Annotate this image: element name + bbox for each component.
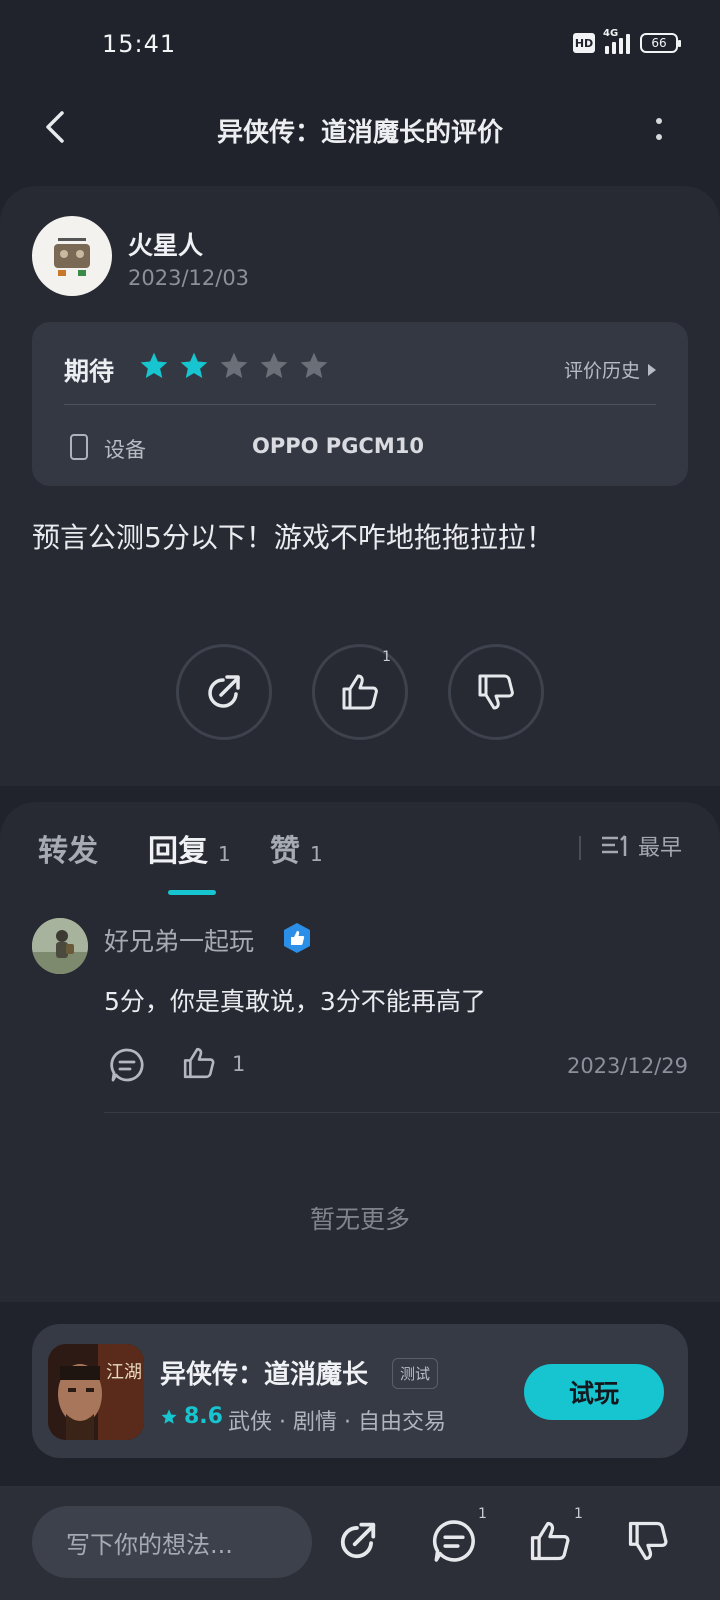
review-date: 2023/12/03 [128, 266, 250, 290]
signal-icon: 4G [603, 28, 630, 54]
more-dot-icon [656, 134, 662, 140]
tab-label: 转发 [38, 834, 98, 869]
star-rating [138, 350, 330, 382]
game-test-badge: 测试 [392, 1358, 439, 1389]
try-play-button[interactable]: 试玩 [524, 1364, 664, 1420]
reply-like-button[interactable] [180, 1044, 218, 1082]
more-dot-icon [656, 118, 662, 124]
like-count: 1 [574, 1506, 583, 1522]
active-tab-indicator [168, 890, 216, 895]
network-type: 4G [603, 28, 619, 39]
game-icon[interactable]: 江湖 [48, 1344, 144, 1440]
divider [104, 1112, 720, 1113]
like-button[interactable] [526, 1516, 574, 1566]
game-cover-text: 江湖 [106, 1362, 142, 1383]
reply-comment-button[interactable] [108, 1046, 146, 1084]
more-options-button[interactable] [644, 104, 674, 154]
dislike-button[interactable] [448, 644, 544, 740]
tab-forward[interactable]: 转发 [38, 826, 98, 870]
tab-label: 赞 [270, 834, 300, 869]
hd-icon: HD [573, 33, 595, 53]
sort-icon [602, 835, 627, 856]
comment-input[interactable]: 写下你的想法... [32, 1506, 312, 1578]
reply-date: 2023/12/29 [566, 1054, 688, 1078]
comment-button[interactable] [430, 1516, 478, 1566]
page-title: 异侠传：道消魔长的评价 [216, 118, 503, 148]
app-header: 异侠传：道消魔长的评价 [0, 90, 720, 170]
reply-avatar[interactable] [32, 918, 88, 974]
review-text: 预言公测5分以下！游戏不咋地拖拖拉拉！ [32, 521, 554, 554]
star-filled-icon [140, 352, 168, 378]
status-time: 15:41 [102, 30, 177, 58]
battery-level: 66 [651, 36, 667, 50]
bottom-action-bar: 写下你的想法... 1 1 [0, 1486, 720, 1600]
share-button[interactable] [334, 1516, 382, 1566]
game-card[interactable]: 江湖 异侠传：道消魔长 测试 8.6 武侠 · 剧情 · 自由交易 试玩 [32, 1324, 688, 1458]
rating-history-link[interactable]: 评价历史 [564, 356, 656, 383]
device-label: 设备 [104, 438, 146, 462]
rating-history-label: 评价历史 [563, 360, 640, 382]
star-empty-icon [300, 352, 328, 378]
tab-label: 回复 [148, 834, 208, 869]
author-name[interactable]: 火星人 [128, 226, 203, 262]
tab-likes[interactable]: 赞1 [270, 826, 323, 870]
share-button[interactable] [176, 644, 272, 740]
game-rating: 8.6 [160, 1404, 223, 1429]
thumbs-up-icon [342, 674, 378, 710]
rating-panel: 期待 评价历史 设备 OPPO PGCM10 [32, 322, 688, 486]
status-icons: HD 4G 66 [573, 28, 681, 54]
reply-text: 5分，你是真敢说，3分不能再高了 [104, 987, 486, 1016]
reply-author[interactable]: 好兄弟一起玩 [104, 922, 254, 958]
author-avatar[interactable] [32, 216, 112, 296]
sort-button[interactable]: 最早 [600, 830, 682, 862]
avatar-image-icon [54, 238, 90, 276]
like-count: 1 [382, 649, 391, 665]
game-tags: 武侠 · 剧情 · 自由交易 [228, 1410, 446, 1435]
device-value: OPPO PGCM10 [252, 434, 424, 458]
tab-replies[interactable]: 回复 1 [148, 826, 231, 870]
comment-count: 1 [478, 1506, 487, 1522]
verified-badge-icon [284, 923, 310, 953]
rating-label: 期待 [64, 357, 115, 386]
game-score: 8.6 [184, 1404, 223, 1429]
reply-like-count: 1 [232, 1052, 246, 1076]
game-title: 异侠传：道消魔长 [160, 1360, 369, 1390]
star-filled-icon [180, 352, 208, 378]
thumbs-down-icon [478, 674, 514, 710]
status-bar: 15:41 HD 4G 66 [0, 0, 720, 90]
star-icon [161, 1409, 177, 1424]
sort-label: 最早 [638, 836, 683, 861]
tab-count: 1 [218, 842, 231, 866]
avatar-image-icon [32, 918, 88, 974]
divider [64, 404, 656, 405]
phone-icon [70, 434, 88, 460]
dislike-button[interactable] [624, 1516, 672, 1566]
divider [579, 836, 581, 860]
tab-count: 1 [310, 842, 323, 866]
triangle-right-icon [648, 363, 656, 376]
battery-icon: 66 [640, 33, 681, 53]
share-icon [208, 675, 240, 708]
game-cover-icon: 江湖 [48, 1344, 144, 1440]
star-empty-icon [220, 352, 248, 378]
star-empty-icon [260, 352, 288, 378]
like-button[interactable]: 1 [312, 644, 408, 740]
no-more-text: 暂无更多 [309, 1205, 410, 1234]
